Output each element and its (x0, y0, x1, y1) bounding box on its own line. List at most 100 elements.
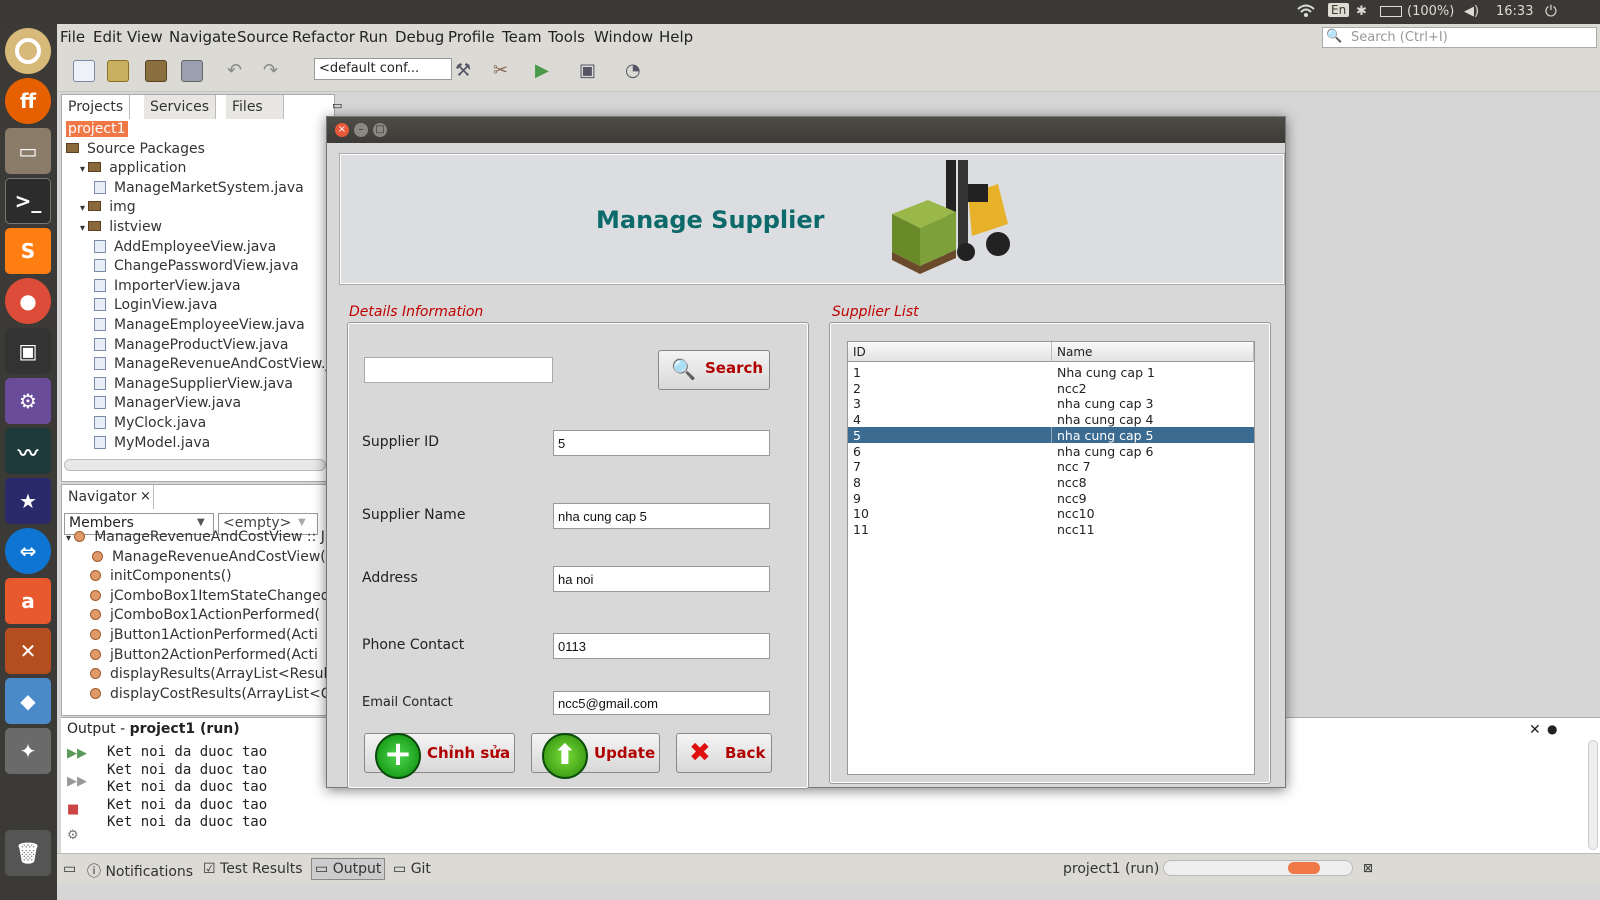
menu-team[interactable]: Team (502, 28, 542, 46)
java-ee-ide-icon[interactable]: ⚙ (5, 378, 51, 424)
tab-services[interactable]: Services (144, 95, 217, 119)
output-button[interactable]: ▭ Output (311, 858, 386, 880)
tree-item[interactable]: ManageSupplierView.java (94, 376, 293, 392)
chrome-icon[interactable]: ● (5, 278, 51, 324)
table-row[interactable]: 2 ncc2 (848, 380, 1254, 396)
tree-item[interactable]: LoginView.java (94, 297, 218, 313)
stellarium-icon[interactable]: ★ (5, 478, 51, 524)
menu-edit[interactable]: Edit (93, 28, 122, 46)
expand-toggle-icon[interactable]: ▾ (80, 223, 88, 234)
run-icon[interactable]: ▶ (535, 60, 557, 82)
phone-contact-field[interactable] (553, 633, 770, 659)
menu-debug[interactable]: Debug (395, 28, 444, 46)
system-monitor-icon[interactable]: 〰 (5, 428, 51, 474)
new-project-icon[interactable] (107, 60, 129, 82)
expand-toggle-icon[interactable]: ▾ (80, 203, 88, 214)
android-studio-icon[interactable]: a (5, 578, 51, 624)
menu-navigate[interactable]: Navigate (169, 28, 236, 46)
test-results-button[interactable]: ☑ Test Results (203, 861, 303, 877)
tree-item[interactable]: ManageMarketSystem.java (94, 180, 304, 196)
battery-icon[interactable] (1380, 6, 1402, 17)
volume-icon[interactable]: ◀) (1464, 4, 1479, 19)
table-row[interactable]: 10 ncc10 (848, 505, 1254, 521)
menu-window[interactable]: Window (594, 28, 653, 46)
tree-item[interactable]: AddEmployeeView.java (94, 239, 276, 255)
expand-toggle-icon[interactable]: ▾ (80, 164, 88, 175)
table-row[interactable]: 8 ncc8 (848, 474, 1254, 490)
restore-icon[interactable]: ▭ (63, 861, 76, 877)
minimize-icon[interactable]: – (354, 123, 368, 137)
vertical-scrollbar[interactable] (1588, 740, 1598, 850)
rerun-with-options-icon[interactable]: ▶▶ (67, 774, 87, 789)
minimize-icon[interactable]: ▭ (332, 99, 342, 112)
close-icon[interactable]: × (335, 123, 349, 137)
supplier-id-field[interactable] (553, 430, 770, 456)
netbeans-icon[interactable]: ✦ (5, 728, 51, 774)
table-row[interactable]: 3 nha cung cap 3 (848, 395, 1254, 411)
table-row[interactable]: 1 Nha cung cap 1 (848, 364, 1254, 380)
table-row[interactable]: 4 nha cung cap 4 (848, 411, 1254, 427)
teamviewer-icon[interactable]: ⇔ (5, 528, 51, 574)
navigator-member[interactable]: jComboBox1ActionPerformed( (90, 607, 320, 623)
update-button[interactable]: ⬆ Update (531, 733, 660, 779)
column-header-name[interactable]: Name (1052, 342, 1254, 362)
tree-item[interactable]: ManageProductView.java (94, 337, 289, 353)
menu-source[interactable]: Source (237, 28, 289, 46)
navigator-member[interactable]: displayResults(ArrayList<Result (90, 666, 333, 682)
table-row[interactable]: 11 ncc11 (848, 521, 1254, 537)
keyboard-layout-indicator[interactable]: En (1328, 3, 1350, 17)
table-row[interactable]: 7 ncc 7 (848, 458, 1254, 474)
configuration-select[interactable]: <default conf... (314, 58, 452, 80)
sublime-text-icon[interactable]: S (5, 228, 51, 274)
dash-icon[interactable] (5, 28, 51, 74)
tree-item[interactable]: ImporterView.java (94, 278, 241, 294)
tree-item[interactable]: ▾ application (80, 160, 186, 176)
rerun-icon[interactable]: ▶▶ (67, 746, 87, 761)
settings-icon[interactable]: ⚙ (67, 828, 79, 843)
navigator-member[interactable]: ManageRevenueAndCostView() (92, 549, 331, 565)
profile-icon[interactable]: ◔ (625, 60, 647, 82)
menu-profile[interactable]: Profile (448, 28, 495, 46)
terminal-icon[interactable]: >_ (5, 178, 51, 224)
clean-build-icon[interactable]: ✂ (493, 60, 515, 82)
bluetooth-icon[interactable]: ✱ (1356, 4, 1367, 19)
virtualbox-icon[interactable]: ◆ (5, 678, 51, 724)
redo-icon[interactable]: ↷ (263, 60, 285, 82)
menu-file[interactable]: File (60, 28, 85, 46)
tree-item[interactable]: ▾ listview (80, 219, 162, 235)
battery-percentage[interactable]: (100%) (1407, 4, 1454, 19)
menu-refactor[interactable]: Refactor (292, 28, 355, 46)
build-icon[interactable]: ⚒ (455, 60, 477, 82)
address-field[interactable] (553, 566, 770, 592)
expand-toggle-icon[interactable]: ▾ (66, 533, 74, 544)
navigator-member[interactable]: initComponents() (90, 568, 232, 584)
tree-item[interactable]: MyModel.java (94, 435, 210, 451)
quick-search-input[interactable]: Search (Ctrl+I) (1322, 27, 1597, 48)
open-project-icon[interactable] (145, 60, 167, 82)
table-row[interactable]: 9 ncc9 (848, 490, 1254, 506)
email-contact-field[interactable] (553, 691, 770, 715)
trash-icon[interactable]: 🗑 (5, 830, 51, 876)
tree-item[interactable]: ChangePasswordView.java (94, 258, 299, 274)
maximize-icon[interactable]: □ (373, 123, 387, 137)
cancel-icon[interactable]: ⊠ (1363, 861, 1373, 875)
stop-icon[interactable]: ■ (67, 802, 79, 817)
git-button[interactable]: ▭ Git (393, 861, 431, 877)
navigator-class-node[interactable]: ▾ ManageRevenueAndCostView :: J (66, 529, 325, 545)
tree-item[interactable]: ManageRevenueAndCostView.j (94, 356, 329, 372)
xampp-icon[interactable]: ✕ (5, 628, 51, 674)
debug-icon[interactable]: ▣ (579, 60, 601, 82)
navigator-member[interactable]: jButton1ActionPerformed(Acti (90, 627, 318, 643)
tree-item[interactable]: ManagerView.java (94, 395, 241, 411)
tree-item[interactable]: ManageEmployeeView.java (94, 317, 305, 333)
new-file-icon[interactable] (73, 60, 95, 82)
tree-item[interactable]: Source Packages (66, 141, 205, 157)
search-button[interactable]: 🔍 Search (658, 350, 770, 390)
files-icon[interactable]: ▭ (5, 128, 51, 174)
search-input[interactable] (364, 357, 553, 383)
menu-view[interactable]: View (127, 28, 163, 46)
tab-files[interactable]: Files (226, 95, 284, 119)
save-all-icon[interactable] (181, 60, 203, 82)
menu-tools[interactable]: Tools (548, 28, 585, 46)
power-icon[interactable]: ⏻ (1545, 2, 1557, 20)
